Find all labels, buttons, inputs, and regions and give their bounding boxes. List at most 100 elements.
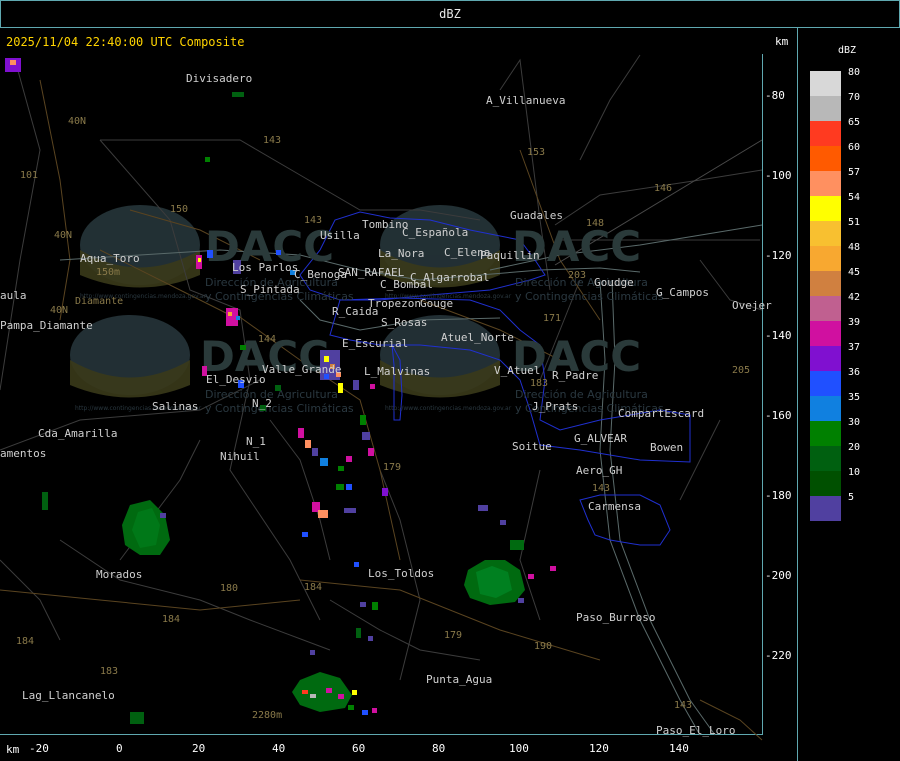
- route-label: 150m: [96, 267, 121, 278]
- echo-cell-east: [464, 505, 556, 605]
- x-axis-unit: km: [6, 743, 20, 756]
- route-label: 40N: [68, 116, 87, 127]
- legend-value-label: 30: [848, 417, 861, 428]
- town-label: Ovejer: [732, 299, 772, 312]
- legend-swatch: [810, 471, 841, 496]
- town-label: Bowen: [650, 441, 684, 454]
- y-tick-label: -220: [765, 649, 792, 662]
- legend-swatch: [810, 271, 841, 296]
- route-label: 153: [527, 147, 546, 158]
- legend-labels: 80 70 65 60 57 54 51 48 45 42 39 37 36 35 30 20 10 5: [848, 66, 860, 516]
- route-label: 148: [586, 218, 605, 229]
- legend-value-label: 10: [848, 467, 861, 478]
- town-label: C_Española: [402, 226, 469, 239]
- town-label: Soitue: [512, 440, 552, 453]
- town-label: Los_Toldos: [368, 567, 435, 580]
- timestamp-label: 2025/11/04 22:40:00 UTC Composite: [6, 35, 245, 49]
- route-label: 184: [16, 636, 35, 647]
- town-label: Paso_El_Loro: [656, 724, 736, 737]
- legend-swatch: [810, 371, 841, 396]
- legend-swatch: [810, 496, 841, 521]
- legend-swatch: [810, 221, 841, 246]
- town-label: Paquillin: [480, 249, 540, 262]
- legend-value-label: 42: [848, 292, 861, 303]
- legend-value-label: 57: [848, 167, 861, 178]
- town-label: Lag_Llancanelo: [22, 689, 115, 702]
- legend-swatch: [810, 421, 841, 446]
- town-label: S_Rosas: [381, 316, 428, 329]
- legend-value-label: 5: [848, 492, 855, 503]
- town-label: Divisadero: [186, 72, 253, 85]
- town-label: E_Escurial: [342, 337, 409, 350]
- legend-swatch: [810, 246, 841, 271]
- town-label: Los Parlos: [232, 261, 299, 274]
- legend-value-label: 45: [848, 267, 861, 278]
- legend-value-label: 51: [848, 217, 861, 228]
- y-tick-label: -160: [765, 409, 792, 422]
- town-label: L_Malvinas: [364, 365, 431, 378]
- legend-swatch: [810, 71, 841, 96]
- route-label: 183: [530, 378, 549, 389]
- legend-swatch: [810, 146, 841, 171]
- town-label: aula: [0, 289, 27, 302]
- route-label: 179: [383, 462, 402, 473]
- y-tick-label: -120: [765, 249, 792, 262]
- legend-swatch: [810, 346, 841, 371]
- legend-value-label: 36: [848, 367, 861, 378]
- town-label: N_2: [252, 397, 272, 410]
- route-label: 184: [162, 614, 181, 625]
- legend-value-label: 39: [848, 317, 861, 328]
- legend-value-label: 37: [848, 342, 861, 353]
- legend-swatch: [810, 96, 841, 121]
- route-label: 143: [592, 483, 611, 494]
- legend-swatch: [810, 296, 841, 321]
- town-label: G_Campos: [656, 286, 709, 299]
- town-label: Valle_Grande: [262, 363, 342, 376]
- y-tick-label: -200: [765, 569, 792, 582]
- town-label: Goudge: [594, 276, 634, 289]
- x-tick-label: 120: [589, 742, 609, 755]
- town-label: S_Pintada: [240, 283, 300, 296]
- y-axis-unit: km: [775, 35, 789, 48]
- town-label: N_1: [246, 435, 266, 448]
- town-label: Morados: [96, 568, 143, 581]
- legend-value-label: 54: [848, 192, 861, 203]
- legend-swatch: [810, 196, 841, 221]
- town-label: Aqua_Toro: [80, 252, 140, 265]
- legend-value-label: 60: [848, 142, 861, 153]
- town-label: Punta_Agua: [426, 673, 493, 686]
- legend-swatch: [810, 171, 841, 196]
- town-label: Gouge: [420, 297, 454, 310]
- town-label: Aero_GH: [576, 464, 623, 477]
- x-tick-label: 60: [352, 742, 366, 755]
- x-tick-label: -20: [29, 742, 49, 755]
- legend-color-bar: [810, 71, 841, 521]
- route-label: Diamante: [75, 296, 124, 307]
- town-label: El_Desvio: [206, 373, 266, 386]
- route-label: 40N: [50, 305, 69, 316]
- route-label: 183: [100, 666, 119, 677]
- route-label: 143: [674, 700, 693, 711]
- route-label: 180: [220, 583, 239, 594]
- town-label: J_Prats: [532, 400, 579, 413]
- town-label: Paso_Burroso: [576, 611, 656, 624]
- x-tick-label: 20: [192, 742, 206, 755]
- radar-echoes: [5, 58, 556, 724]
- legend-swatch: [810, 121, 841, 146]
- town-label: R_Padre: [552, 369, 599, 382]
- town-label: Cda_Amarilla: [38, 427, 118, 440]
- y-tick-label: -100: [765, 169, 792, 182]
- y-tick-label: -140: [765, 329, 792, 342]
- route-label: 190: [534, 641, 553, 652]
- route-label: 205: [732, 365, 751, 376]
- route-label: 179: [444, 630, 463, 641]
- x-tick-label: 40: [272, 742, 286, 755]
- town-label: amentos: [0, 447, 47, 460]
- route-label: 184: [304, 582, 323, 593]
- legend-value-label: 65: [848, 117, 861, 128]
- legend-swatch: [810, 396, 841, 421]
- x-tick-label: 140: [669, 742, 689, 755]
- town-label: C_Bombal: [380, 278, 433, 291]
- town-label: Carmensa: [588, 500, 641, 513]
- echo-scatter: [5, 58, 388, 655]
